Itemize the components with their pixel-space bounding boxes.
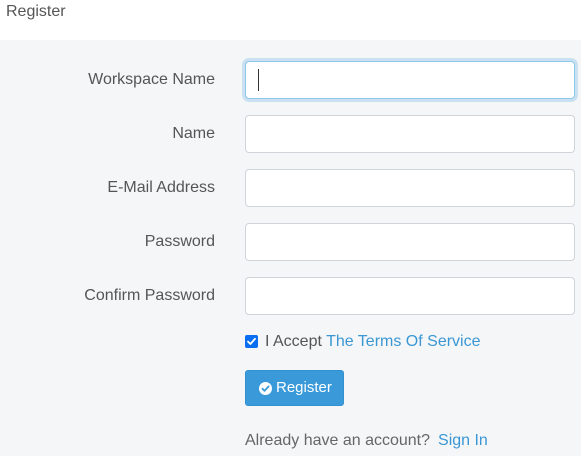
card-header: Register xyxy=(0,0,581,40)
name-input[interactable] xyxy=(245,115,575,153)
check-circle-icon xyxy=(259,382,272,395)
signin-prompt-row: Already have an account? Sign In xyxy=(245,432,488,450)
password-row: Password xyxy=(0,223,581,261)
checkmark-icon xyxy=(247,337,256,345)
register-form: Workspace Name Name E-Mail Address Passw… xyxy=(0,40,581,456)
name-label: Name xyxy=(172,125,215,142)
terms-checkbox[interactable] xyxy=(245,335,258,348)
terms-prefix: I Accept xyxy=(265,333,322,350)
password-label: Password xyxy=(144,233,215,250)
terms-text: I Accept The Terms Of Service xyxy=(265,333,481,351)
email-row: E-Mail Address xyxy=(0,169,581,207)
sign-in-link[interactable]: Sign In xyxy=(438,432,488,449)
confirm-password-input[interactable] xyxy=(245,277,575,315)
confirm-password-row: Confirm Password xyxy=(0,277,581,315)
workspace-name-label: Workspace Name xyxy=(88,71,215,88)
password-input[interactable] xyxy=(245,223,575,261)
workspace-name-row: Workspace Name xyxy=(0,61,581,99)
page-title: Register xyxy=(6,3,66,20)
workspace-name-input[interactable] xyxy=(245,61,575,99)
email-input[interactable] xyxy=(245,169,575,207)
signin-prompt: Already have an account? xyxy=(245,432,431,449)
name-row: Name xyxy=(0,115,581,153)
register-button[interactable]: Register xyxy=(245,370,344,406)
confirm-password-label: Confirm Password xyxy=(84,287,215,304)
text-caret xyxy=(258,69,259,91)
register-button-label: Register xyxy=(276,379,332,396)
email-label: E-Mail Address xyxy=(107,179,215,196)
terms-of-service-link[interactable]: The Terms Of Service xyxy=(326,333,480,350)
